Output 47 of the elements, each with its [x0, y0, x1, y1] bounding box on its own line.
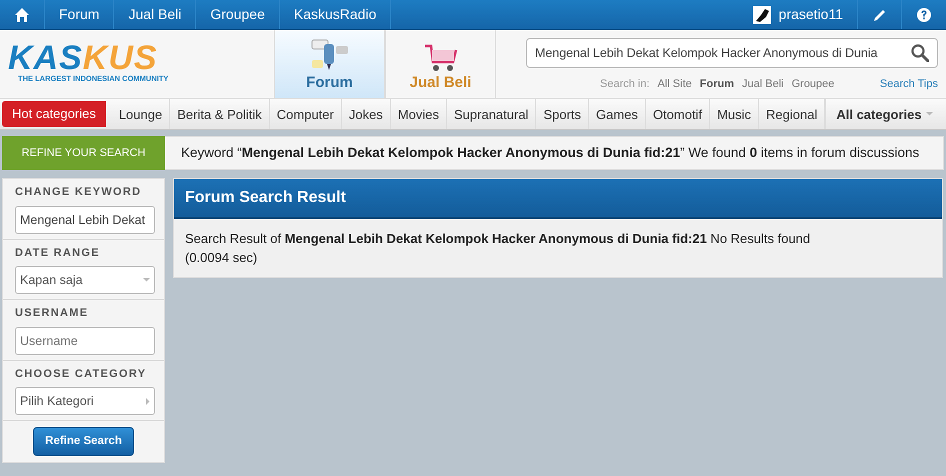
home-icon: [14, 6, 30, 22]
search-summary: Keyword “Mengenal Lebih Dekat Kelompok Hacker Anonymous di Dunia fid:21” We found 0 items in forum discussions: [181, 144, 920, 162]
all-categories-dropdown[interactable]: All categories: [826, 99, 946, 129]
result-time: (0.0094 sec): [185, 249, 258, 267]
caret-icon: [926, 112, 933, 116]
field-label: CHOOSE CATEGORY: [15, 366, 148, 382]
category-link[interactable]: Sports: [536, 99, 590, 129]
field-label: CHANGE KEYWORD: [15, 185, 142, 200]
refine-search-button[interactable]: Refine Search: [33, 427, 134, 456]
search-scope-option[interactable]: Groupee: [792, 76, 834, 92]
category-link[interactable]: Music: [710, 99, 760, 129]
category-link[interactable]: Berita & Politik: [170, 99, 270, 129]
search-field[interactable]: Mengenal Lebih Dekat Kelompok Hacker Anonymous di Dunia: [526, 38, 938, 68]
search-scope-label: Search in:: [600, 77, 650, 92]
category-link[interactable]: Movies: [390, 99, 447, 129]
caret-icon: [143, 278, 150, 282]
input-field[interactable]: Mengenal Lebih Dekat: [15, 206, 155, 234]
search-tips-link[interactable]: Search Tips: [880, 76, 938, 92]
search-scope-option[interactable]: Forum: [700, 76, 734, 92]
category-selector[interactable]: Pilih Kategori: [15, 387, 155, 415]
nav-link[interactable]: Forum: [45, 0, 114, 29]
category-link[interactable]: Lounge: [112, 99, 170, 129]
microphone-icon: [310, 38, 350, 72]
hot-categories-tab[interactable]: Hot categories: [2, 101, 106, 127]
result-text: Search Result of Mengenal Lebih Dekat Kelompok Hacker Anonymous di Dunia fid:21 No Results found: [185, 230, 812, 248]
avatar-icon: [752, 6, 771, 24]
search-icon: [911, 44, 929, 62]
field-label: DATE RANGE: [15, 246, 101, 260]
nav-link[interactable]: KaskusRadio: [280, 0, 392, 29]
category-link[interactable]: Computer: [270, 99, 342, 129]
caret-icon: [146, 398, 150, 404]
user-menu[interactable]: prasetio11: [738, 0, 858, 29]
category-link[interactable]: Jokes: [342, 99, 391, 129]
input-field[interactable]: Username: [15, 326, 155, 354]
nav-link[interactable]: Groupee: [196, 0, 280, 29]
nav-link[interactable]: Jual Beli: [114, 0, 196, 29]
section-tab[interactable]: Forum: [274, 30, 385, 98]
category-link[interactable]: Otomotif: [646, 99, 710, 129]
category-link[interactable]: Supranatural: [447, 99, 536, 129]
dropdown[interactable]: Kapan saja: [15, 266, 155, 294]
category-link[interactable]: Games: [589, 99, 646, 129]
search-scope-option[interactable]: All Site: [658, 76, 692, 92]
field-label: USERNAME: [15, 306, 90, 321]
search-scope-option[interactable]: Jual Beli: [742, 76, 784, 92]
panel-title: Forum Search Result: [174, 179, 942, 219]
help-icon: [916, 6, 932, 22]
category-link[interactable]: Regional: [759, 99, 826, 129]
